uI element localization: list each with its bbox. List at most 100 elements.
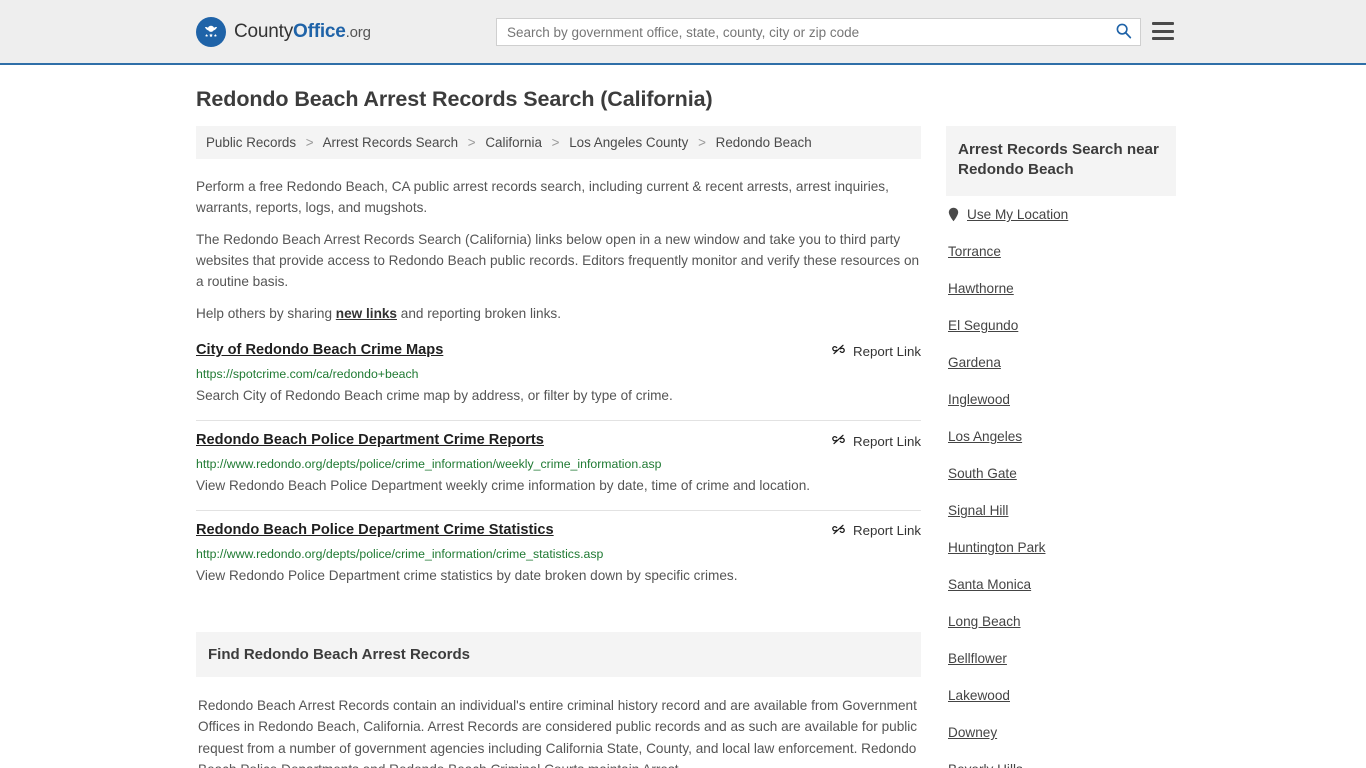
new-links-link[interactable]: new links xyxy=(336,306,397,321)
page-container: Redondo Beach Arrest Records Search (Cal… xyxy=(0,87,1366,768)
sidebar-item-hawthorne[interactable]: Hawthorne xyxy=(948,270,1174,307)
breadcrumb-item-arrest-records-search[interactable]: Arrest Records Search xyxy=(323,135,458,150)
hamburger-menu-icon[interactable] xyxy=(1152,20,1174,42)
sidebar-item-beverly-hills[interactable]: Beverly Hills xyxy=(948,751,1174,768)
sidebar-link-use-my-location[interactable]: Use My Location xyxy=(967,207,1068,222)
result-title-link[interactable]: Redondo Beach Police Department Crime St… xyxy=(196,522,554,538)
breadcrumb: Public Records > Arrest Records Search >… xyxy=(196,126,921,159)
sidebar-link-torrance[interactable]: Torrance xyxy=(948,244,1001,259)
sidebar-item-santa-monica[interactable]: Santa Monica xyxy=(948,566,1174,603)
eagle-seal-icon xyxy=(196,16,226,47)
result-header: Redondo Beach Police Department Crime St… xyxy=(196,522,921,540)
result-header: City of Redondo Beach Crime Maps Report … xyxy=(196,342,921,360)
result-description: Search City of Redondo Beach crime map b… xyxy=(196,388,673,404)
report-link-label: Report Link xyxy=(853,343,921,359)
sidebar-item-los-angeles[interactable]: Los Angeles xyxy=(948,418,1174,455)
sidebar: Arrest Records Search near Redondo Beach… xyxy=(946,126,1176,768)
broken-link-icon xyxy=(831,522,846,540)
map-pin-icon xyxy=(948,207,959,222)
site-logo[interactable]: CountyOffice.org xyxy=(196,16,371,47)
content-columns: Public Records > Arrest Records Search >… xyxy=(196,126,1176,768)
sidebar-header: Arrest Records Search near Redondo Beach xyxy=(946,126,1176,197)
sidebar-item-long-beach[interactable]: Long Beach xyxy=(948,603,1174,640)
logo-text-county: County xyxy=(234,20,294,42)
result-item: City of Redondo Beach Crime Maps Report … xyxy=(196,338,921,420)
sidebar-link-hawthorne[interactable]: Hawthorne xyxy=(948,281,1014,296)
report-link-label: Report Link xyxy=(853,433,921,449)
breadcrumb-separator: > xyxy=(698,135,706,150)
sidebar-item-gardena[interactable]: Gardena xyxy=(948,344,1174,381)
intro-paragraph-1: Perform a free Redondo Beach, CA public … xyxy=(196,179,889,216)
breadcrumb-separator: > xyxy=(551,135,560,150)
hamburger-bar-1 xyxy=(1152,22,1174,25)
result-description: View Redondo Police Department crime sta… xyxy=(196,567,738,583)
result-url[interactable]: https://spotcrime.com/ca/redondo+beach xyxy=(196,367,921,381)
sidebar-link-gardena[interactable]: Gardena xyxy=(948,355,1001,370)
sidebar-item-lakewood[interactable]: Lakewood xyxy=(948,677,1174,714)
sidebar-item-downey[interactable]: Downey xyxy=(948,714,1174,751)
sidebar-link-signal-hill[interactable]: Signal Hill xyxy=(948,503,1008,518)
sidebar-item-south-gate[interactable]: South Gate xyxy=(948,455,1174,492)
result-title-link[interactable]: City of Redondo Beach Crime Maps xyxy=(196,342,443,358)
hamburger-bar-2 xyxy=(1152,29,1174,33)
intro-p3-before: Help others by sharing xyxy=(196,306,336,322)
sidebar-item-signal-hill[interactable]: Signal Hill xyxy=(948,492,1174,529)
breadcrumb-item-california[interactable]: California xyxy=(485,135,542,150)
sidebar-item-use-my-location[interactable]: Use My Location xyxy=(948,196,1174,233)
result-url[interactable]: http://www.redondo.org/depts/police/crim… xyxy=(196,457,921,471)
sidebar-title: Arrest Records Search near Redondo Beach xyxy=(958,141,1159,179)
result-title-link[interactable]: Redondo Beach Police Department Crime Re… xyxy=(196,432,544,448)
report-link-button[interactable]: Report Link xyxy=(831,522,921,540)
search-bar xyxy=(496,18,1141,46)
results-list: City of Redondo Beach Crime Maps Report … xyxy=(196,338,921,599)
report-link-button[interactable]: Report Link xyxy=(831,342,921,360)
hamburger-bar-3 xyxy=(1152,37,1174,40)
intro-paragraph-2: The Redondo Beach Arrest Records Search … xyxy=(196,232,920,290)
result-url[interactable]: http://www.redondo.org/depts/police/crim… xyxy=(196,547,921,561)
breadcrumb-item-los-angeles-county[interactable]: Los Angeles County xyxy=(569,135,688,150)
intro-paragraph-3: Help others by sharing new links and rep… xyxy=(196,303,921,324)
sidebar-link-huntington-park[interactable]: Huntington Park xyxy=(948,540,1045,555)
broken-link-icon xyxy=(831,432,846,450)
sidebar-link-santa-monica[interactable]: Santa Monica xyxy=(948,577,1031,592)
find-records-section: Find Redondo Beach Arrest Records Redond… xyxy=(196,631,921,768)
report-link-label: Report Link xyxy=(853,523,921,539)
breadcrumb-separator: > xyxy=(305,135,314,150)
sidebar-link-lakewood[interactable]: Lakewood xyxy=(948,688,1010,703)
sidebar-link-los-angeles[interactable]: Los Angeles xyxy=(948,429,1022,444)
broken-link-icon xyxy=(831,342,846,360)
logo-text-office: Office xyxy=(293,20,346,42)
sidebar-item-inglewood[interactable]: Inglewood xyxy=(948,381,1174,418)
sidebar-nearby-list: Use My Location Torrance Hawthorne El Se… xyxy=(946,196,1176,768)
sidebar-link-bellflower[interactable]: Bellflower xyxy=(948,651,1007,666)
breadcrumb-item-redondo-beach: Redondo Beach xyxy=(715,135,812,150)
site-header: CountyOffice.org xyxy=(0,0,1366,65)
sidebar-link-el-segundo[interactable]: El Segundo xyxy=(948,318,1018,333)
sidebar-item-torrance[interactable]: Torrance xyxy=(948,233,1174,270)
search-icon xyxy=(1115,22,1132,42)
sidebar-link-south-gate[interactable]: South Gate xyxy=(948,466,1017,481)
find-records-body: Redondo Beach Arrest Records contain an … xyxy=(198,697,918,768)
report-link-button[interactable]: Report Link xyxy=(831,432,921,450)
result-item: Redondo Beach Police Department Crime St… xyxy=(196,509,921,600)
result-item: Redondo Beach Police Department Crime Re… xyxy=(196,420,921,510)
sidebar-item-bellflower[interactable]: Bellflower xyxy=(948,640,1174,677)
logo-text-org: .org xyxy=(345,23,371,41)
sidebar-item-el-segundo[interactable]: El Segundo xyxy=(948,307,1174,344)
sidebar-link-inglewood[interactable]: Inglewood xyxy=(948,392,1010,407)
page-title: Redondo Beach Arrest Records Search (Cal… xyxy=(196,87,713,111)
main-content: Public Records > Arrest Records Search >… xyxy=(196,126,921,768)
search-button[interactable] xyxy=(1106,19,1140,45)
search-input[interactable] xyxy=(497,19,1106,45)
sidebar-link-downey[interactable]: Downey xyxy=(948,725,997,740)
breadcrumb-item-public-records[interactable]: Public Records xyxy=(206,135,296,150)
result-header: Redondo Beach Police Department Crime Re… xyxy=(196,432,921,450)
breadcrumb-separator: > xyxy=(467,135,476,150)
site-logo-text: CountyOffice.org xyxy=(234,21,371,43)
sidebar-item-huntington-park[interactable]: Huntington Park xyxy=(948,529,1174,566)
intro-text: Perform a free Redondo Beach, CA public … xyxy=(196,159,921,324)
find-records-heading: Find Redondo Beach Arrest Records xyxy=(196,631,921,677)
intro-p3-after: and reporting broken links. xyxy=(397,306,561,322)
sidebar-link-long-beach[interactable]: Long Beach xyxy=(948,614,1021,629)
sidebar-link-beverly-hills[interactable]: Beverly Hills xyxy=(948,762,1023,768)
